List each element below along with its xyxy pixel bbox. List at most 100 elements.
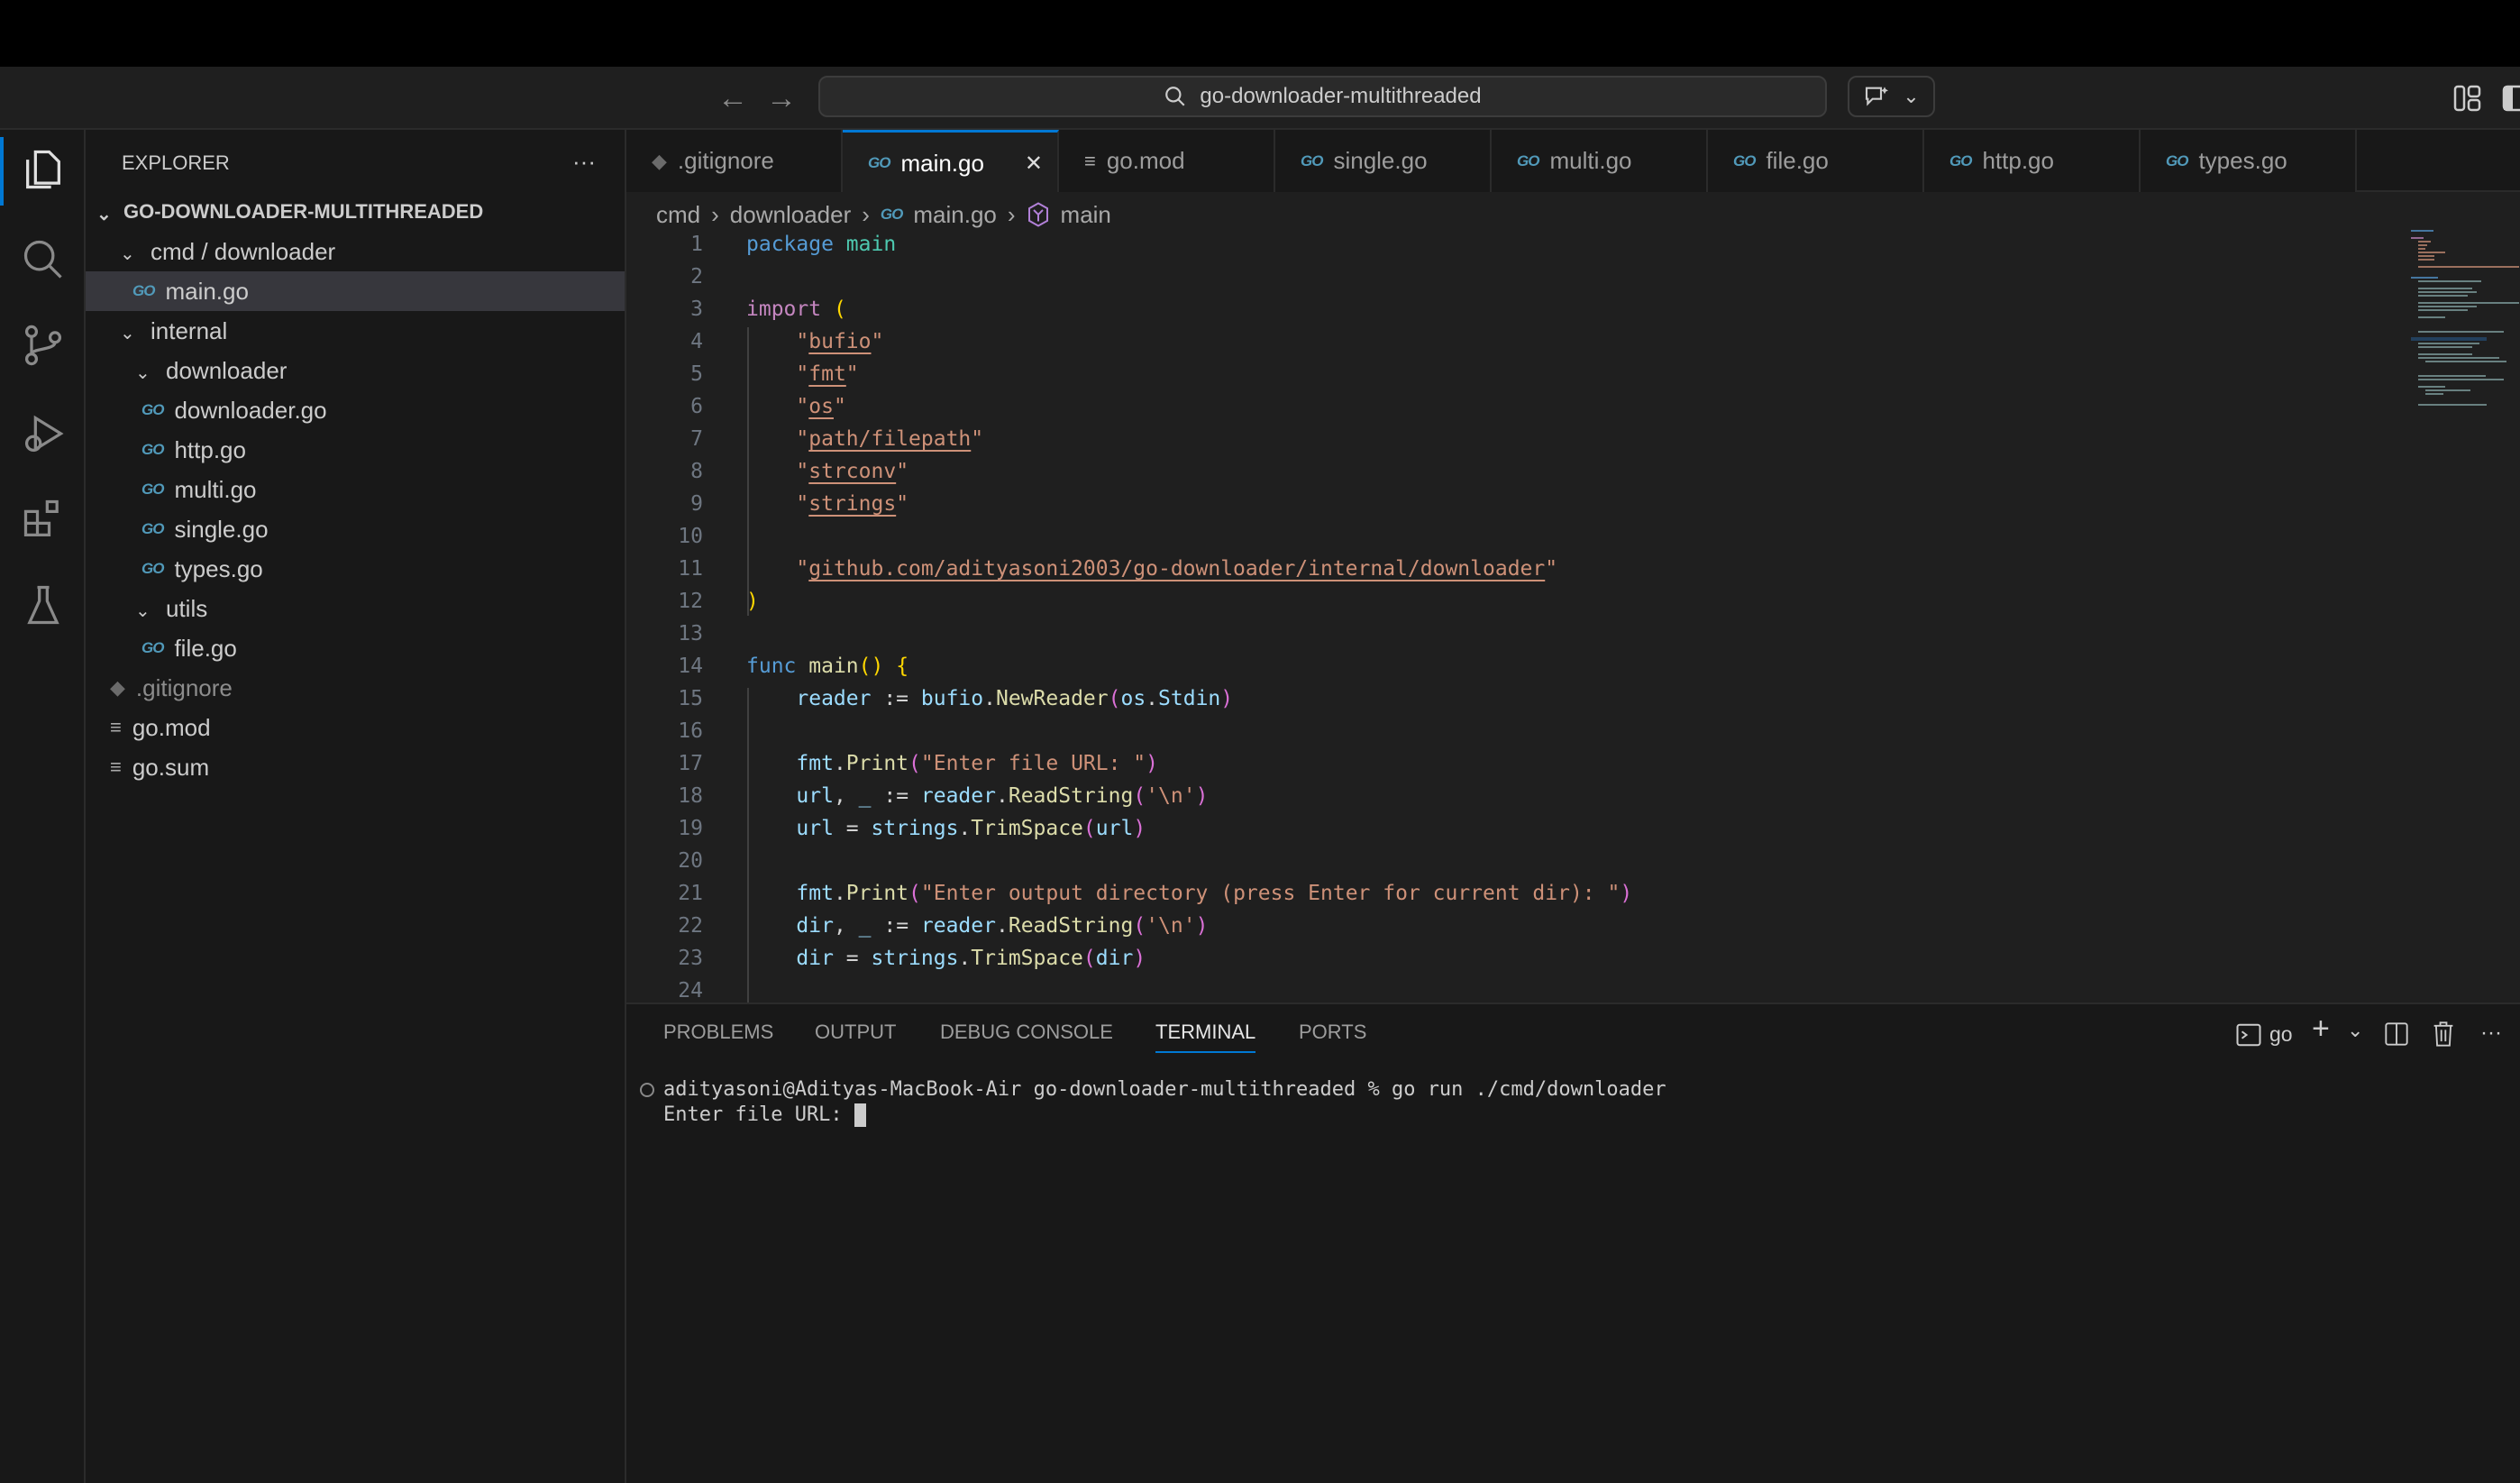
code-line[interactable]: reader := bufio.NewReader(os.Stdin): [746, 687, 1233, 710]
tab-types-go[interactable]: GO types.go: [2141, 130, 2357, 192]
chevron-down-icon: ⌄: [96, 205, 112, 224]
layout-icon[interactable]: [2453, 85, 2482, 112]
tree-item[interactable]: GO main.go: [86, 271, 625, 311]
tab-multi-go[interactable]: GO multi.go: [1492, 130, 1708, 192]
tree-item[interactable]: ◆ .gitignore: [86, 668, 625, 708]
panel-tab-debug-console[interactable]: DEBUG CONSOLE: [940, 1021, 1113, 1053]
code-token: Stdin: [1158, 687, 1221, 710]
go-file-icon: GO: [880, 206, 903, 223]
trash-icon[interactable]: [2431, 1021, 2456, 1048]
tree-item-label: single.go: [174, 515, 269, 543]
code-line[interactable]: "strconv": [746, 460, 908, 483]
copilot-button[interactable]: ⌄: [1848, 76, 1935, 117]
line-number: 5: [690, 362, 703, 386]
panel-tab-ports[interactable]: PORTS: [1299, 1021, 1366, 1053]
tree-item[interactable]: ≡ go.sum: [86, 747, 625, 787]
tree-item[interactable]: GO multi.go: [86, 470, 625, 509]
command-center-search[interactable]: go-downloader-multithreaded: [818, 76, 1827, 117]
line-number: 3: [690, 298, 703, 321]
code-line[interactable]: import (: [746, 298, 846, 321]
code-token: .: [983, 687, 996, 710]
tree-item[interactable]: ⌄ utils: [86, 589, 625, 628]
code-line[interactable]: fmt.Print("Enter output directory (press…: [746, 882, 1632, 905]
tab-label: go.mod: [1106, 147, 1185, 174]
minimap[interactable]: [2411, 230, 2519, 419]
code-token: ,: [833, 784, 859, 808]
testing-flask-icon[interactable]: [20, 581, 67, 628]
tree-item-label: file.go: [174, 634, 237, 662]
breadcrumb-file[interactable]: main.go: [913, 201, 997, 229]
new-terminal-plus-icon[interactable]: +: [2312, 1012, 2330, 1047]
code-token: ": [896, 492, 909, 516]
chevron-down-icon[interactable]: ⌄: [2347, 1019, 2363, 1042]
more-actions-icon[interactable]: ···: [2480, 1021, 2502, 1046]
forward-arrow-icon[interactable]: →: [766, 81, 797, 116]
split-terminal-icon[interactable]: [2384, 1021, 2409, 1047]
tab-label: http.go: [1982, 147, 2054, 174]
code-token: url: [1095, 817, 1134, 840]
project-root[interactable]: ⌄ GO-DOWNLOADER-MULTITHREADED: [86, 192, 625, 232]
tab-gitignore[interactable]: ◆ .gitignore: [626, 130, 843, 192]
breadcrumb-cmd[interactable]: cmd: [656, 201, 700, 229]
code-line[interactable]: "strings": [746, 492, 908, 516]
terminal-prompt-line[interactable]: Enter file URL:: [663, 1103, 866, 1127]
code-line[interactable]: "bufio": [746, 330, 883, 353]
code-line[interactable]: ): [746, 590, 759, 613]
code-line[interactable]: package main: [746, 233, 896, 256]
code-token: TrimSpace: [971, 817, 1083, 840]
code-line[interactable]: fmt.Print("Enter file URL: "): [746, 752, 1158, 775]
code-line[interactable]: url, _ := reader.ReadString('\n'): [746, 784, 1208, 808]
code-line[interactable]: dir = strings.TrimSpace(dir): [746, 947, 1146, 970]
code-line[interactable]: "os": [746, 395, 845, 418]
code-token: .: [833, 752, 846, 775]
back-arrow-icon[interactable]: ←: [717, 81, 748, 116]
code-token: dir: [746, 947, 834, 970]
code-token: ): [1220, 687, 1234, 710]
panel-tab-terminal[interactable]: TERMINAL: [1155, 1021, 1256, 1053]
close-tab-icon[interactable]: ✕: [1025, 151, 1043, 177]
source-control-icon[interactable]: [20, 322, 67, 369]
code-line[interactable]: func main() {: [746, 655, 908, 678]
code-line[interactable]: dir, _ := reader.ReadString('\n'): [746, 914, 1208, 938]
panel-tab-problems[interactable]: PROBLEMS: [663, 1021, 773, 1053]
terminal-icon[interactable]: [2235, 1022, 2262, 1048]
tree-item-label: multi.go: [174, 475, 257, 503]
line-number: 19: [678, 817, 703, 840]
chevron-down-icon: ⌄: [135, 601, 151, 621]
tree-item[interactable]: ⌄ internal: [86, 311, 625, 351]
tab-single-go[interactable]: GO single.go: [1275, 130, 1492, 192]
go-file-icon: GO: [142, 520, 164, 537]
tab-http-go[interactable]: GO http.go: [1924, 130, 2141, 192]
code-line[interactable]: "fmt": [746, 362, 858, 386]
terminal-shell-name[interactable]: go: [2269, 1022, 2293, 1047]
code-line[interactable]: "github.com/adityasoni2003/go-downloader…: [746, 557, 1557, 581]
code-line[interactable]: url = strings.TrimSpace(url): [746, 817, 1146, 840]
tree-item[interactable]: GO downloader.go: [86, 390, 625, 430]
tab-go-mod[interactable]: ≡ go.mod: [1059, 130, 1275, 192]
code-token: (: [1108, 687, 1121, 710]
panel-tab-output[interactable]: OUTPUT: [815, 1021, 896, 1053]
run-debug-icon[interactable]: [20, 410, 67, 457]
tab-file-go[interactable]: GO file.go: [1708, 130, 1924, 192]
breadcrumb-symbol[interactable]: main: [1061, 201, 1111, 229]
breadcrumb-downloader[interactable]: downloader: [730, 201, 851, 229]
extensions-icon[interactable]: [20, 496, 67, 543]
tab-main-go[interactable]: GO main.go ✕: [843, 130, 1059, 194]
toggle-sidebar-icon[interactable]: [2502, 85, 2520, 112]
tree-item[interactable]: GO single.go: [86, 509, 625, 549]
search-icon[interactable]: [20, 236, 67, 283]
explorer-sidebar: EXPLORER ··· ⌄ GO-DOWNLOADER-MULTITHREAD…: [86, 130, 626, 1483]
explorer-files-icon[interactable]: [20, 146, 67, 193]
tree-item[interactable]: ⌄ downloader: [86, 351, 625, 390]
git-file-icon: ◆: [110, 676, 125, 699]
tree-item[interactable]: GO types.go: [86, 549, 625, 589]
more-actions-icon[interactable]: ···: [572, 148, 596, 176]
code-token: strings: [871, 947, 959, 970]
tree-item[interactable]: ≡ go.mod: [86, 708, 625, 747]
tree-item[interactable]: GO http.go: [86, 430, 625, 470]
tree-item[interactable]: GO file.go: [86, 628, 625, 668]
chevron-right-icon: ›: [1007, 200, 1016, 228]
tree-item[interactable]: ⌄ cmd / downloader: [86, 232, 625, 271]
code-line[interactable]: "path/filepath": [746, 427, 983, 451]
terminal-prompt-text: Enter file URL:: [663, 1103, 854, 1126]
